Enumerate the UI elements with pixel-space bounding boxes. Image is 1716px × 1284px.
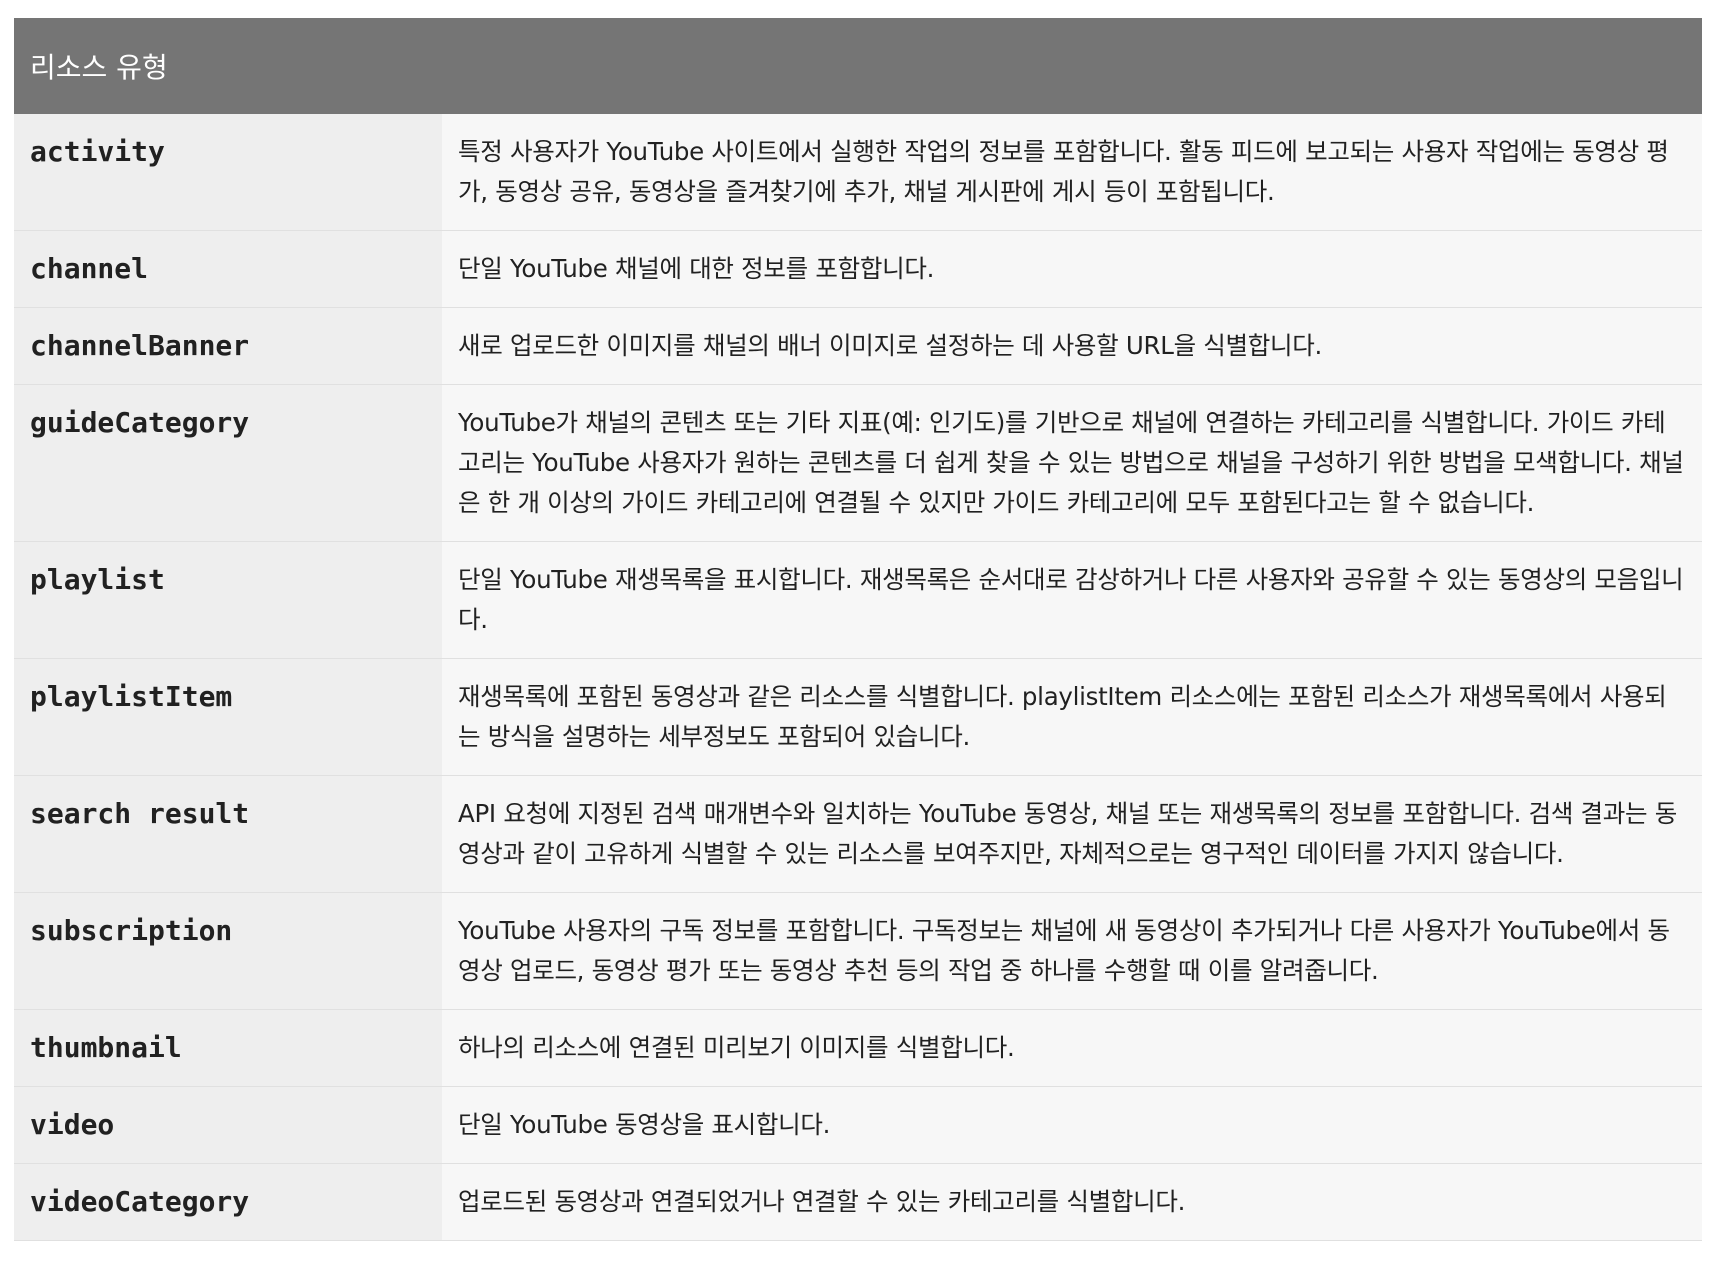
resource-name: activity — [14, 114, 442, 231]
resource-description: YouTube 사용자의 구독 정보를 포함합니다. 구독정보는 채널에 새 동… — [442, 892, 1702, 1010]
resource-name: video — [14, 1086, 442, 1164]
table-row: subscription YouTube 사용자의 구독 정보를 포함합니다. … — [14, 892, 1702, 1010]
table-row: video 단일 YouTube 동영상을 표시합니다. — [14, 1086, 1702, 1164]
resource-name: playlist — [14, 541, 442, 659]
resource-types-table: 리소스 유형 activity 특정 사용자가 YouTube 사이트에서 실행… — [14, 18, 1702, 1241]
table-row: channelBanner 새로 업로드한 이미지를 채널의 배너 이미지로 설… — [14, 307, 1702, 385]
table-row: guideCategory YouTube가 채널의 콘텐츠 또는 기타 지표(… — [14, 384, 1702, 542]
table-row: thumbnail 하나의 리소스에 연결된 미리보기 이미지를 식별합니다. — [14, 1009, 1702, 1087]
resource-name: subscription — [14, 892, 442, 1010]
table-header: 리소스 유형 — [14, 18, 1702, 114]
resource-name: playlistItem — [14, 658, 442, 776]
resource-description: 새로 업로드한 이미지를 채널의 배너 이미지로 설정하는 데 사용할 URL을… — [442, 307, 1702, 385]
resource-name: videoCategory — [14, 1163, 442, 1241]
table-row: search result API 요청에 지정된 검색 매개변수와 일치하는 … — [14, 775, 1702, 893]
resource-name: guideCategory — [14, 384, 442, 542]
resource-description: 단일 YouTube 채널에 대한 정보를 포함합니다. — [442, 230, 1702, 308]
resource-description: API 요청에 지정된 검색 매개변수와 일치하는 YouTube 동영상, 채… — [442, 775, 1702, 893]
resource-description: 단일 YouTube 동영상을 표시합니다. — [442, 1086, 1702, 1164]
resource-name: search result — [14, 775, 442, 893]
resource-description: 업로드된 동영상과 연결되었거나 연결할 수 있는 카테고리를 식별합니다. — [442, 1163, 1702, 1241]
resource-name: thumbnail — [14, 1009, 442, 1087]
resource-description: 특정 사용자가 YouTube 사이트에서 실행한 작업의 정보를 포함합니다.… — [442, 114, 1702, 231]
resource-name: channel — [14, 230, 442, 308]
resource-description: 재생목록에 포함된 동영상과 같은 리소스를 식별합니다. playlistIt… — [442, 658, 1702, 776]
resource-description: 하나의 리소스에 연결된 미리보기 이미지를 식별합니다. — [442, 1009, 1702, 1087]
resource-description: 단일 YouTube 재생목록을 표시합니다. 재생목록은 순서대로 감상하거나… — [442, 541, 1702, 659]
table-row: playlistItem 재생목록에 포함된 동영상과 같은 리소스를 식별합니… — [14, 658, 1702, 776]
resource-name: channelBanner — [14, 307, 442, 385]
table-row: playlist 단일 YouTube 재생목록을 표시합니다. 재생목록은 순… — [14, 541, 1702, 659]
table-row: channel 단일 YouTube 채널에 대한 정보를 포함합니다. — [14, 230, 1702, 308]
resource-description: YouTube가 채널의 콘텐츠 또는 기타 지표(예: 인기도)를 기반으로 … — [442, 384, 1702, 542]
resource-types-table-container: 리소스 유형 activity 특정 사용자가 YouTube 사이트에서 실행… — [14, 18, 1702, 1241]
table-header-row: 리소스 유형 — [14, 18, 1702, 114]
table-row: activity 특정 사용자가 YouTube 사이트에서 실행한 작업의 정… — [14, 114, 1702, 231]
table-row: videoCategory 업로드된 동영상과 연결되었거나 연결할 수 있는 … — [14, 1163, 1702, 1241]
